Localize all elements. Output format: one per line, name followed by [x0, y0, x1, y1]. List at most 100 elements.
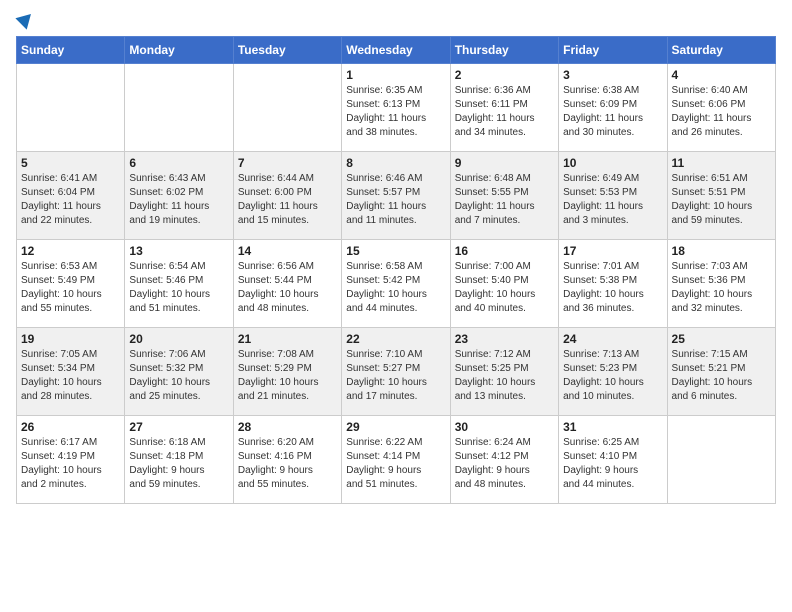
day-info: Sunrise: 6:53 AM Sunset: 5:49 PM Dayligh…	[21, 260, 120, 316]
calendar-cell: 23 Sunrise: 7:12 AM Sunset: 5:25 PM Dayli…	[450, 328, 558, 416]
day-number: 11	[672, 156, 771, 170]
day-info: Sunrise: 7:15 AM Sunset: 5:21 PM Dayligh…	[672, 348, 771, 404]
day-number: 6	[129, 156, 228, 170]
day-number: 24	[563, 332, 662, 346]
day-number: 9	[455, 156, 554, 170]
day-info: Sunrise: 6:56 AM Sunset: 5:44 PM Dayligh…	[238, 260, 337, 316]
weekday-header: Tuesday	[233, 37, 341, 64]
calendar-cell: 22 Sunrise: 7:10 AM Sunset: 5:27 PM Dayli…	[342, 328, 450, 416]
day-number: 27	[129, 420, 228, 434]
day-info: Sunrise: 6:46 AM Sunset: 5:57 PM Dayligh…	[346, 172, 445, 228]
calendar-cell: 6 Sunrise: 6:43 AM Sunset: 6:02 PM Daylig…	[125, 152, 233, 240]
day-info: Sunrise: 6:38 AM Sunset: 6:09 PM Dayligh…	[563, 84, 662, 140]
calendar-header-row: SundayMondayTuesdayWednesdayThursdayFrid…	[17, 37, 776, 64]
calendar-cell: 16 Sunrise: 7:00 AM Sunset: 5:40 PM Dayli…	[450, 240, 558, 328]
weekday-header: Monday	[125, 37, 233, 64]
calendar-cell: 13Sunrise: 6:54 AM Sunset: 5:46 PM Dayli…	[125, 240, 233, 328]
day-number: 13	[129, 244, 228, 258]
day-info: Sunrise: 6:44 AM Sunset: 6:00 PM Dayligh…	[238, 172, 337, 228]
day-number: 4	[672, 68, 771, 82]
day-number: 16	[455, 244, 554, 258]
calendar-cell	[17, 64, 125, 152]
calendar-cell: 15 Sunrise: 6:58 AM Sunset: 5:42 PM Dayli…	[342, 240, 450, 328]
day-info: Sunrise: 7:10 AM Sunset: 5:27 PM Dayligh…	[346, 348, 445, 404]
calendar-cell: 21 Sunrise: 7:08 AM Sunset: 5:29 PM Dayli…	[233, 328, 341, 416]
calendar-cell: 19Sunrise: 7:05 AM Sunset: 5:34 PM Dayli…	[17, 328, 125, 416]
day-info: Sunrise: 6:40 AM Sunset: 6:06 PM Dayligh…	[672, 84, 771, 140]
calendar-week-row: 19Sunrise: 7:05 AM Sunset: 5:34 PM Dayli…	[17, 328, 776, 416]
day-number: 18	[672, 244, 771, 258]
day-info: Sunrise: 7:12 AM Sunset: 5:25 PM Dayligh…	[455, 348, 554, 404]
day-number: 30	[455, 420, 554, 434]
day-number: 15	[346, 244, 445, 258]
day-info: Sunrise: 6:41 AM Sunset: 6:04 PM Dayligh…	[21, 172, 120, 228]
calendar-cell: 2 Sunrise: 6:36 AM Sunset: 6:11 PM Daylig…	[450, 64, 558, 152]
calendar-cell: 17Sunrise: 7:01 AM Sunset: 5:38 PM Dayli…	[559, 240, 667, 328]
day-info: Sunrise: 7:01 AM Sunset: 5:38 PM Dayligh…	[563, 260, 662, 316]
calendar-week-row: 5 Sunrise: 6:41 AM Sunset: 6:04 PM Daylig…	[17, 152, 776, 240]
calendar-cell: 12 Sunrise: 6:53 AM Sunset: 5:49 PM Dayli…	[17, 240, 125, 328]
day-number: 31	[563, 420, 662, 434]
day-number: 3	[563, 68, 662, 82]
day-number: 14	[238, 244, 337, 258]
calendar-cell: 18 Sunrise: 7:03 AM Sunset: 5:36 PM Dayli…	[667, 240, 775, 328]
day-info: Sunrise: 6:25 AM Sunset: 4:10 PM Dayligh…	[563, 436, 662, 492]
day-info: Sunrise: 6:20 AM Sunset: 4:16 PM Dayligh…	[238, 436, 337, 492]
calendar-cell: 28 Sunrise: 6:20 AM Sunset: 4:16 PM Dayli…	[233, 416, 341, 504]
day-number: 28	[238, 420, 337, 434]
day-info: Sunrise: 6:18 AM Sunset: 4:18 PM Dayligh…	[129, 436, 228, 492]
day-info: Sunrise: 6:58 AM Sunset: 5:42 PM Dayligh…	[346, 260, 445, 316]
logo-arrow-icon	[15, 8, 36, 29]
day-number: 22	[346, 332, 445, 346]
day-info: Sunrise: 6:48 AM Sunset: 5:55 PM Dayligh…	[455, 172, 554, 228]
day-number: 21	[238, 332, 337, 346]
day-info: Sunrise: 6:49 AM Sunset: 5:53 PM Dayligh…	[563, 172, 662, 228]
day-number: 12	[21, 244, 120, 258]
calendar-cell: 1Sunrise: 6:35 AM Sunset: 6:13 PM Daylig…	[342, 64, 450, 152]
day-info: Sunrise: 6:17 AM Sunset: 4:19 PM Dayligh…	[21, 436, 120, 492]
day-info: Sunrise: 7:03 AM Sunset: 5:36 PM Dayligh…	[672, 260, 771, 316]
day-number: 5	[21, 156, 120, 170]
day-info: Sunrise: 7:00 AM Sunset: 5:40 PM Dayligh…	[455, 260, 554, 316]
calendar-cell: 4 Sunrise: 6:40 AM Sunset: 6:06 PM Daylig…	[667, 64, 775, 152]
calendar-cell	[233, 64, 341, 152]
calendar-week-row: 26 Sunrise: 6:17 AM Sunset: 4:19 PM Dayli…	[17, 416, 776, 504]
day-number: 2	[455, 68, 554, 82]
calendar-table: SundayMondayTuesdayWednesdayThursdayFrid…	[16, 36, 776, 504]
day-info: Sunrise: 6:24 AM Sunset: 4:12 PM Dayligh…	[455, 436, 554, 492]
day-number: 23	[455, 332, 554, 346]
calendar-cell: 27 Sunrise: 6:18 AM Sunset: 4:18 PM Dayli…	[125, 416, 233, 504]
calendar-cell: 30 Sunrise: 6:24 AM Sunset: 4:12 PM Dayli…	[450, 416, 558, 504]
calendar-cell: 3 Sunrise: 6:38 AM Sunset: 6:09 PM Daylig…	[559, 64, 667, 152]
day-info: Sunrise: 6:36 AM Sunset: 6:11 PM Dayligh…	[455, 84, 554, 140]
day-info: Sunrise: 7:06 AM Sunset: 5:32 PM Dayligh…	[129, 348, 228, 404]
day-number: 7	[238, 156, 337, 170]
weekday-header: Friday	[559, 37, 667, 64]
weekday-header: Saturday	[667, 37, 775, 64]
calendar-cell: 29Sunrise: 6:22 AM Sunset: 4:14 PM Dayli…	[342, 416, 450, 504]
day-number: 26	[21, 420, 120, 434]
calendar-cell: 9 Sunrise: 6:48 AM Sunset: 5:55 PM Daylig…	[450, 152, 558, 240]
calendar-cell: 24 Sunrise: 7:13 AM Sunset: 5:23 PM Dayli…	[559, 328, 667, 416]
calendar-cell	[125, 64, 233, 152]
day-info: Sunrise: 6:51 AM Sunset: 5:51 PM Dayligh…	[672, 172, 771, 228]
page-header	[16, 16, 776, 26]
day-info: Sunrise: 7:13 AM Sunset: 5:23 PM Dayligh…	[563, 348, 662, 404]
weekday-header: Thursday	[450, 37, 558, 64]
calendar-cell	[667, 416, 775, 504]
calendar-cell: 8Sunrise: 6:46 AM Sunset: 5:57 PM Daylig…	[342, 152, 450, 240]
calendar-week-row: 12 Sunrise: 6:53 AM Sunset: 5:49 PM Dayli…	[17, 240, 776, 328]
day-info: Sunrise: 6:43 AM Sunset: 6:02 PM Dayligh…	[129, 172, 228, 228]
day-number: 25	[672, 332, 771, 346]
calendar-cell: 25 Sunrise: 7:15 AM Sunset: 5:21 PM Dayli…	[667, 328, 775, 416]
day-info: Sunrise: 7:08 AM Sunset: 5:29 PM Dayligh…	[238, 348, 337, 404]
calendar-cell: 14 Sunrise: 6:56 AM Sunset: 5:44 PM Dayli…	[233, 240, 341, 328]
calendar-cell: 7 Sunrise: 6:44 AM Sunset: 6:00 PM Daylig…	[233, 152, 341, 240]
day-number: 29	[346, 420, 445, 434]
calendar-cell: 20 Sunrise: 7:06 AM Sunset: 5:32 PM Dayli…	[125, 328, 233, 416]
weekday-header: Wednesday	[342, 37, 450, 64]
calendar-week-row: 1Sunrise: 6:35 AM Sunset: 6:13 PM Daylig…	[17, 64, 776, 152]
day-number: 20	[129, 332, 228, 346]
day-info: Sunrise: 6:35 AM Sunset: 6:13 PM Dayligh…	[346, 84, 445, 140]
calendar-cell: 11 Sunrise: 6:51 AM Sunset: 5:51 PM Dayli…	[667, 152, 775, 240]
